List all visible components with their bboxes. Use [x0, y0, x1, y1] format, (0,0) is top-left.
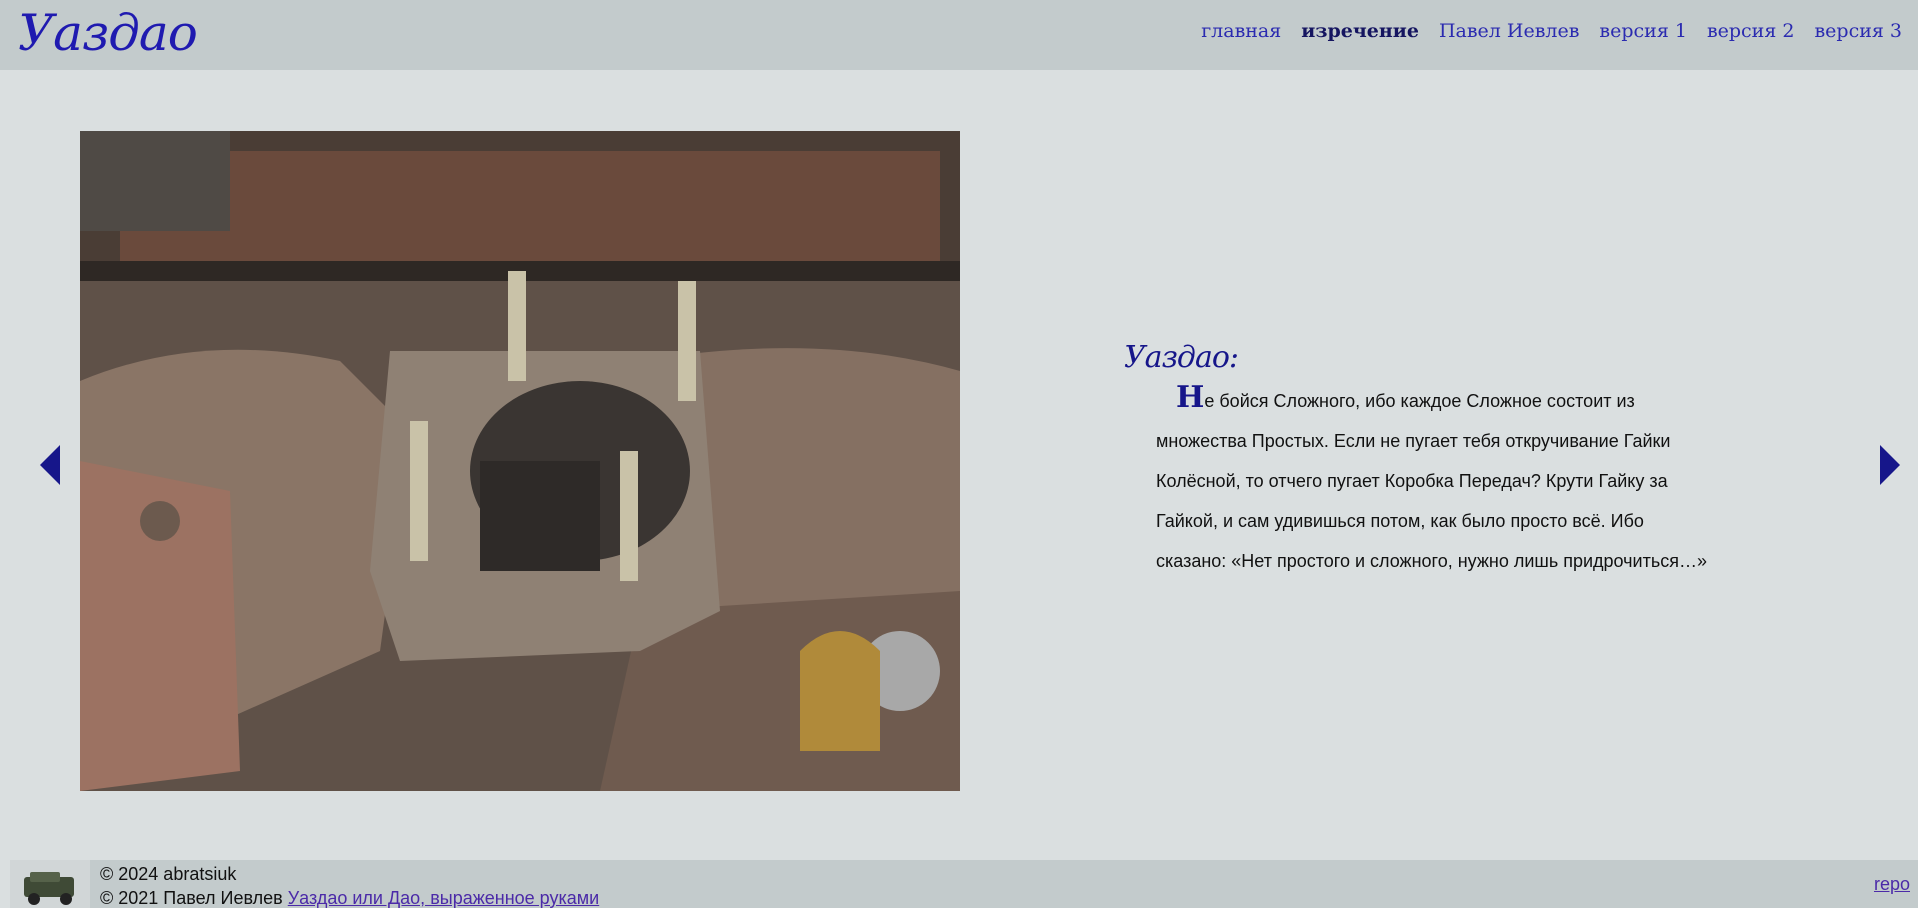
nav-quote[interactable]: изречение: [1301, 20, 1419, 42]
quote-dropcap: Н: [1176, 380, 1205, 415]
repo-link[interactable]: repo: [1874, 874, 1910, 895]
footer: © 2024 abratsiuk © 2021 Павел Иевлев Уаз…: [10, 860, 1918, 908]
nav-author[interactable]: Павел Иевлев: [1439, 20, 1579, 42]
nav-version-2[interactable]: версия 2: [1707, 20, 1795, 42]
next-arrow-icon[interactable]: [1880, 445, 1900, 485]
header: Уаздао главная изречение Павел Иевлев ве…: [0, 0, 1918, 70]
footer-line-2: © 2021 Павел Иевлев Уаздао или Дао, выра…: [100, 886, 599, 908]
nav-version-3[interactable]: версия 3: [1814, 20, 1902, 42]
footer-credits: © 2024 abratsiuk © 2021 Павел Иевлев Уаз…: [100, 862, 599, 908]
quote-block: Уаздао: Не бойся Сложного, ибо каждое Сл…: [1124, 338, 1724, 581]
quote-text: Не бойся Сложного, ибо каждое Сложное со…: [1156, 378, 1716, 581]
quote-body: е бойся Сложного, ибо каждое Сложное сос…: [1156, 391, 1707, 571]
main-nav: главная изречение Павел Иевлев версия 1 …: [1201, 20, 1902, 42]
nav-home[interactable]: главная: [1201, 20, 1281, 42]
quote-title: Уаздао:: [1124, 340, 1239, 375]
car-icon: [10, 860, 90, 908]
prev-arrow-icon[interactable]: [40, 445, 60, 485]
nav-version-1[interactable]: версия 1: [1599, 20, 1687, 42]
footer-line-1: © 2024 abratsiuk: [100, 864, 237, 884]
book-link[interactable]: Уаздао или Дао, выраженное руками: [288, 888, 599, 908]
engine-photo: [80, 131, 960, 791]
footer-line-2-prefix: © 2021 Павел Иевлев: [100, 888, 283, 908]
site-logo[interactable]: Уаздао: [18, 0, 198, 66]
